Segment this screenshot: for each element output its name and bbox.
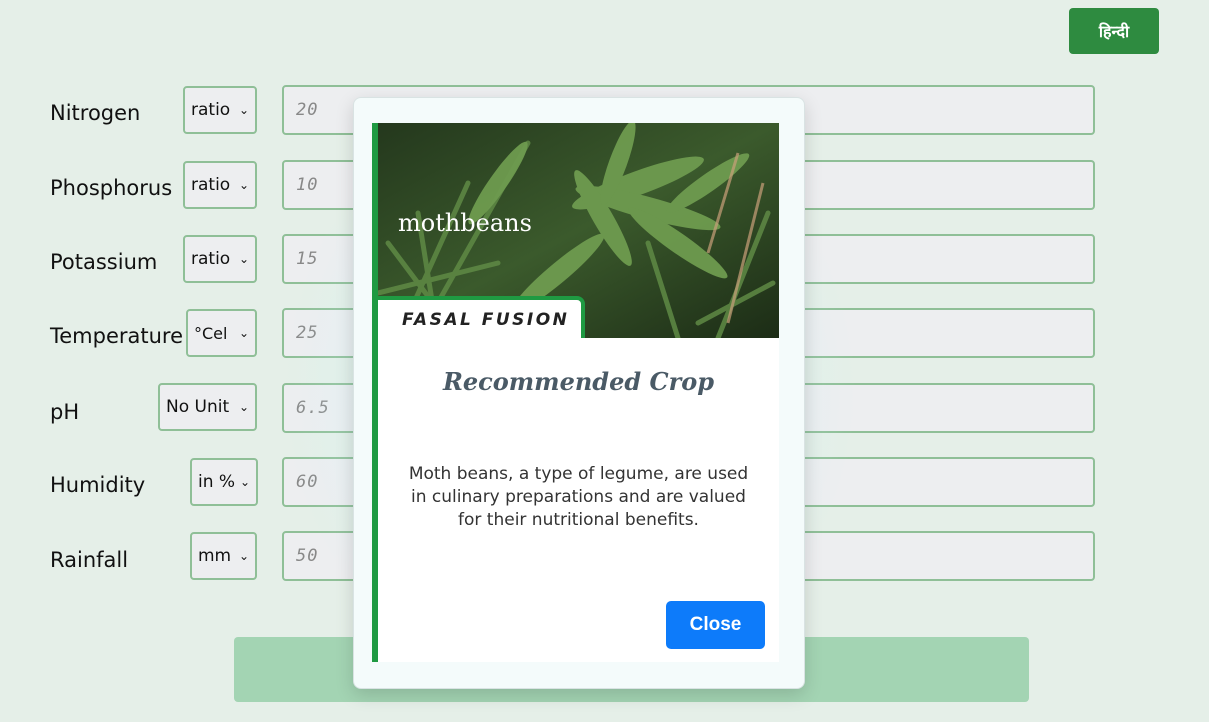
unit-value: in %	[198, 472, 236, 492]
chevron-down-icon: ⌄	[238, 326, 249, 340]
unit-select-nitrogen[interactable]: ratio ⌄	[183, 86, 257, 134]
recommendation-card: mothbeans FASAL FUSION Recommended Crop …	[372, 123, 779, 662]
chevron-down-icon: ⌄	[238, 549, 249, 563]
brand-label: FASAL FUSION	[378, 296, 585, 338]
unit-value: mm	[198, 546, 232, 566]
modal-title: Recommended Crop	[442, 367, 715, 396]
unit-select-potassium[interactable]: ratio ⌄	[183, 235, 257, 283]
language-toggle-button[interactable]: हिन्दी	[1069, 8, 1159, 54]
unit-select-humidity[interactable]: in % ⌄	[190, 458, 258, 506]
chevron-down-icon: ⌄	[239, 475, 250, 489]
unit-value: ratio	[191, 249, 231, 269]
chevron-down-icon: ⌄	[238, 103, 249, 117]
unit-value: ratio	[191, 175, 231, 195]
unit-select-rainfall[interactable]: mm ⌄	[190, 532, 257, 580]
label-potassium: Potassium	[50, 250, 158, 274]
crop-image: mothbeans FASAL FUSION	[378, 123, 779, 338]
close-button[interactable]: Close	[666, 601, 765, 649]
unit-value: °Cel	[194, 323, 228, 343]
label-nitrogen: Nitrogen	[50, 101, 141, 125]
label-humidity: Humidity	[50, 473, 146, 497]
label-phosphorus: Phosphorus	[50, 176, 173, 200]
chevron-down-icon: ⌄	[238, 178, 249, 192]
label-temperature: Temperature	[50, 324, 184, 348]
label-ph: pH	[50, 400, 80, 424]
unit-value: ratio	[191, 100, 231, 120]
crop-name: mothbeans	[398, 209, 532, 237]
label-rainfall: Rainfall	[50, 548, 129, 572]
unit-value: No Unit	[166, 397, 230, 417]
chevron-down-icon: ⌄	[238, 252, 249, 266]
unit-select-temperature[interactable]: °Cel ⌄	[186, 309, 257, 357]
chevron-down-icon: ⌄	[238, 400, 249, 414]
unit-select-ph[interactable]: No Unit ⌄	[158, 383, 257, 431]
crop-description: Moth beans, a type of legume, are used i…	[408, 464, 749, 530]
unit-select-phosphorus[interactable]: ratio ⌄	[183, 161, 257, 209]
